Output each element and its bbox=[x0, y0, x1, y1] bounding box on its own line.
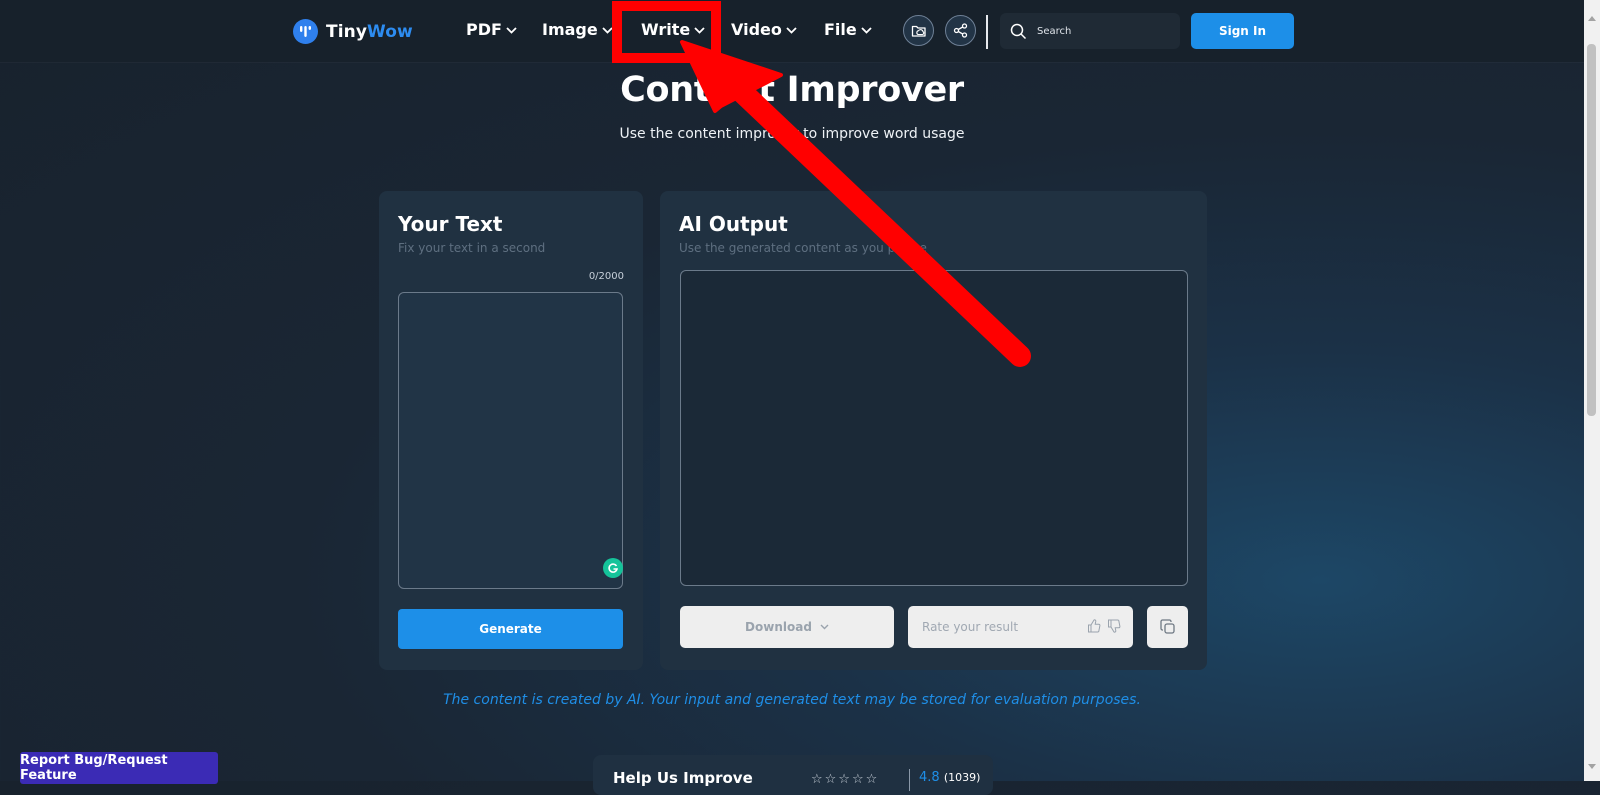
page-subtitle: Use the content improver to improve word… bbox=[619, 126, 965, 142]
share-icon bbox=[953, 23, 968, 38]
chevron-down-icon bbox=[694, 27, 705, 34]
nav-video-label: Video bbox=[731, 20, 782, 39]
scroll-down-arrow-icon[interactable] bbox=[1588, 764, 1596, 769]
page-title: Content Improver bbox=[620, 70, 964, 110]
thumbs-up-icon[interactable] bbox=[1087, 619, 1101, 633]
nav-write[interactable]: Write bbox=[641, 20, 705, 39]
search-box[interactable] bbox=[1000, 13, 1180, 49]
chevron-down-icon bbox=[861, 27, 872, 34]
chevron-down-icon bbox=[506, 27, 517, 34]
input-textarea[interactable] bbox=[398, 292, 623, 589]
logo-text-wow: Wow bbox=[367, 21, 413, 42]
rating-stars[interactable]: ☆☆☆☆☆ bbox=[811, 772, 879, 787]
report-bug-button[interactable]: Report Bug/Request Feature bbox=[20, 752, 218, 784]
scroll-up-arrow-icon[interactable] bbox=[1588, 16, 1596, 21]
share-button[interactable] bbox=[945, 15, 976, 46]
chevron-down-icon bbox=[786, 27, 797, 34]
your-text-panel: Your Text Fix your text in a second 0/20… bbox=[379, 191, 643, 670]
copy-button[interactable] bbox=[1147, 606, 1188, 648]
nav-file-label: File bbox=[824, 20, 857, 39]
help-us-improve-card: Help Us Improve ☆☆☆☆☆ 4.8 (1039) bbox=[593, 755, 993, 795]
rate-result: Rate your result bbox=[908, 606, 1133, 648]
nav-pdf[interactable]: PDF bbox=[466, 20, 517, 39]
rating-value: 4.8 bbox=[919, 770, 940, 785]
ai-output-panel: AI Output Use the generated content as y… bbox=[660, 191, 1207, 670]
rating-summary: 4.8 (1039) bbox=[919, 770, 980, 785]
ai-output-subtitle: Use the generated content as you please bbox=[679, 241, 927, 255]
character-counter: 0/2000 bbox=[588, 271, 624, 282]
your-text-subtitle: Fix your text in a second bbox=[398, 241, 546, 255]
rating-divider bbox=[909, 769, 910, 791]
download-button[interactable]: Download bbox=[680, 606, 894, 648]
top-navbar: TinyWow PDF Image Write Video File Searc… bbox=[0, 0, 1584, 62]
nav-image[interactable]: Image bbox=[542, 20, 613, 39]
grammarly-icon[interactable] bbox=[603, 558, 623, 578]
rate-placeholder: Rate your result bbox=[922, 620, 1019, 634]
logo-text: TinyWow bbox=[326, 22, 413, 42]
tinywow-logo[interactable]: TinyWow bbox=[293, 19, 413, 44]
header-divider bbox=[986, 15, 988, 49]
logo-text-tiny: Tiny bbox=[326, 21, 368, 42]
nav-write-label: Write bbox=[641, 20, 691, 39]
generate-button[interactable]: Generate bbox=[398, 609, 623, 649]
your-text-title: Your Text bbox=[398, 212, 503, 236]
copy-icon bbox=[1159, 619, 1175, 634]
chevron-down-icon bbox=[820, 624, 829, 630]
cloud-folder-icon bbox=[911, 25, 926, 37]
output-textarea[interactable] bbox=[680, 270, 1188, 586]
search-icon bbox=[1010, 23, 1027, 39]
chevron-down-icon bbox=[602, 27, 613, 34]
nav-image-label: Image bbox=[542, 20, 598, 39]
sign-in-button[interactable]: Sign In bbox=[1191, 13, 1294, 49]
nav-pdf-label: PDF bbox=[466, 20, 502, 39]
scrollbar-thumb[interactable] bbox=[1587, 44, 1596, 416]
ai-output-title: AI Output bbox=[679, 212, 788, 236]
nav-video[interactable]: Video bbox=[731, 20, 797, 39]
my-files-button[interactable] bbox=[903, 15, 934, 46]
logo-mark-icon bbox=[293, 19, 318, 44]
search-input[interactable] bbox=[1035, 24, 1169, 38]
nav-file[interactable]: File bbox=[824, 20, 872, 39]
thumbs-down-icon[interactable] bbox=[1107, 619, 1121, 633]
rating-count: (1039) bbox=[943, 771, 981, 784]
help-title: Help Us Improve bbox=[613, 769, 753, 787]
download-label: Download bbox=[745, 620, 812, 634]
ai-disclaimer: The content is created by AI. Your input… bbox=[443, 692, 1141, 708]
